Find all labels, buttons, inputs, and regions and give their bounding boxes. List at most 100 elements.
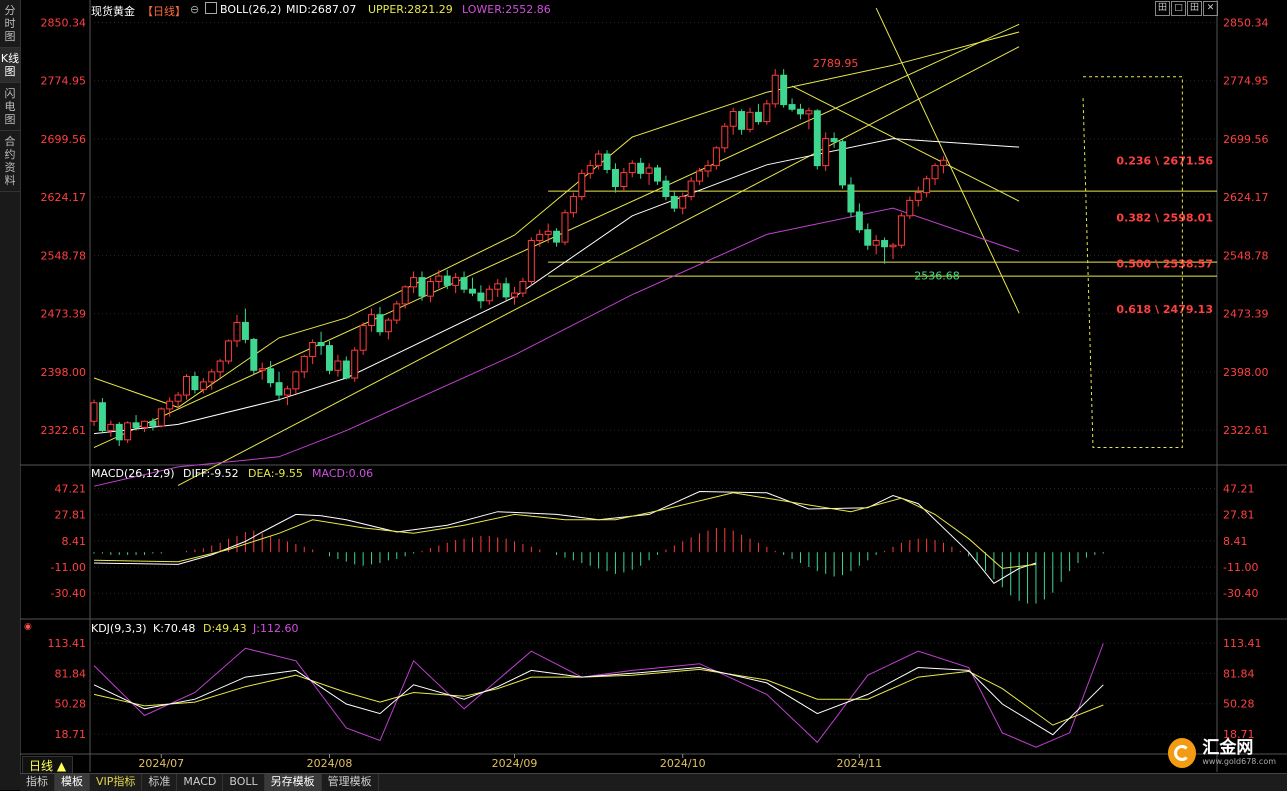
candle-body xyxy=(183,375,191,396)
macd-tick-right: 8.41 xyxy=(1223,535,1248,548)
period-tag: 【日线】 xyxy=(142,5,186,18)
candle-body xyxy=(292,371,300,390)
indicator-box-icon[interactable] xyxy=(205,2,217,14)
maximize-icon[interactable]: □ xyxy=(1171,1,1186,16)
candle-body xyxy=(620,172,628,187)
candle-body xyxy=(796,108,804,115)
price-tick-left: 2398.00 xyxy=(41,366,87,379)
candle-body xyxy=(830,138,838,143)
price-tick-left: 2850.34 xyxy=(41,16,87,29)
x-tick-label: 2024/08 xyxy=(307,757,353,770)
layout-grid-icon[interactable]: 田 xyxy=(1155,1,1170,16)
candle-body xyxy=(267,368,275,384)
candle-body xyxy=(241,321,249,340)
candle-body xyxy=(317,342,325,347)
candle-body xyxy=(149,420,157,427)
candle-body xyxy=(763,103,771,123)
macd-tick-left: -30.40 xyxy=(51,587,86,600)
macd-tick-right: -30.40 xyxy=(1223,587,1258,600)
candle-body xyxy=(536,233,544,242)
candle-body xyxy=(250,338,258,371)
candle-body xyxy=(157,408,165,427)
candle-body xyxy=(923,178,931,194)
price-tick-right: 2624.17 xyxy=(1223,191,1269,204)
candle-body xyxy=(485,288,493,302)
price-tick-right: 2473.39 xyxy=(1223,308,1269,321)
logo-icon xyxy=(1168,738,1197,768)
price-tick-left: 2624.17 xyxy=(41,191,87,204)
candle-body xyxy=(435,275,443,282)
kdj-j: J:112.60 xyxy=(253,622,299,635)
candle-body xyxy=(561,212,569,243)
fib-level-label: 0.236 \ 2671.56 xyxy=(1116,155,1213,168)
candle-body xyxy=(107,423,115,432)
boll-mid-line xyxy=(93,138,1020,435)
tab-indicators[interactable]: 指标 xyxy=(20,774,55,791)
boll-upper: UPPER:2821.29 xyxy=(368,3,453,16)
boll-label: BOLL(26,2) xyxy=(220,3,282,16)
low-label: 2536.68 xyxy=(914,270,960,283)
price-tick-right: 2850.34 xyxy=(1223,16,1269,29)
candle-body xyxy=(544,230,552,235)
tab-manage-templates[interactable]: 管理模板 xyxy=(322,774,379,791)
candle-body xyxy=(342,360,350,379)
candle-body xyxy=(511,292,519,298)
kdj-settings-icon[interactable]: ◉ xyxy=(24,622,32,632)
candle-body xyxy=(738,111,746,130)
candle-body xyxy=(191,375,199,391)
kdj-d-line xyxy=(93,668,1104,726)
tab-templates[interactable]: 模板 xyxy=(55,774,90,791)
high-label: 2789.95 xyxy=(813,57,859,70)
candle-body xyxy=(132,422,140,428)
kdj-tick-right: 113.41 xyxy=(1223,637,1262,650)
kdj-tick-left: 81.84 xyxy=(55,667,87,680)
tab-macd[interactable]: MACD xyxy=(177,774,224,791)
fib-level-label: 0.500 \ 2538.57 xyxy=(1116,257,1213,270)
kdj-tick-left: 50.28 xyxy=(55,698,87,711)
candle-body xyxy=(847,184,855,213)
tab-boll[interactable]: BOLL xyxy=(223,774,265,791)
candle-body xyxy=(376,314,384,333)
kdj-d: D:49.43 xyxy=(203,622,247,635)
candle-body xyxy=(140,420,148,428)
candle-body xyxy=(662,180,670,198)
candle-body xyxy=(426,280,434,297)
kdj-tick-left: 18.71 xyxy=(55,728,87,741)
candle-body xyxy=(401,286,409,305)
trend-line xyxy=(875,7,1020,314)
kdj-k-line xyxy=(93,666,1104,736)
kdj-tick-right: 50.28 xyxy=(1223,698,1255,711)
fib-level-label: 0.382 \ 2598.01 xyxy=(1116,211,1213,224)
candle-body xyxy=(611,168,619,187)
candle-body xyxy=(628,162,636,174)
candle-body xyxy=(115,423,123,441)
candle-body xyxy=(889,244,897,248)
price-tick-right: 2774.95 xyxy=(1223,75,1269,88)
settings-gear-icon[interactable]: ⊖ xyxy=(190,3,199,16)
candle-body xyxy=(502,283,510,298)
logo-name: 汇金网 xyxy=(1202,738,1254,758)
candle-body xyxy=(477,292,485,302)
chart-window: 分时图 K线图 闪电图 合约资料 2850.34 2850.34 2774.95 27… xyxy=(0,0,1287,791)
tab-save-template[interactable]: 另存模板 xyxy=(264,774,322,791)
candle-body xyxy=(418,277,426,297)
candle-body xyxy=(704,165,712,172)
close-icon[interactable]: ✕ xyxy=(1203,1,1218,16)
candle-body xyxy=(729,111,737,127)
candle-body xyxy=(586,165,594,174)
split-grid-icon[interactable]: 田 xyxy=(1187,1,1202,16)
candle-body xyxy=(712,147,720,167)
candle-body xyxy=(98,402,106,432)
kdj-k: K:70.48 xyxy=(153,622,196,635)
price-chart-svg[interactable]: 2850.34 2850.34 2774.95 2774.95 2699.56 2699.… xyxy=(0,0,1287,790)
macd-tick-left: 8.41 xyxy=(62,535,87,548)
price-tick-right: 2699.56 xyxy=(1223,133,1269,146)
tab-vip-indicators[interactable]: VIP指标 xyxy=(90,774,143,791)
candle-body xyxy=(805,110,813,115)
candle-body xyxy=(384,319,392,333)
kdj-j-line xyxy=(93,643,1104,748)
tab-standard[interactable]: 标准 xyxy=(142,774,178,791)
macd-diff-line xyxy=(93,490,1037,584)
price-tick-left: 2322.61 xyxy=(41,424,87,437)
gold678-logo: 汇金网 www.gold678.com xyxy=(1168,735,1276,771)
